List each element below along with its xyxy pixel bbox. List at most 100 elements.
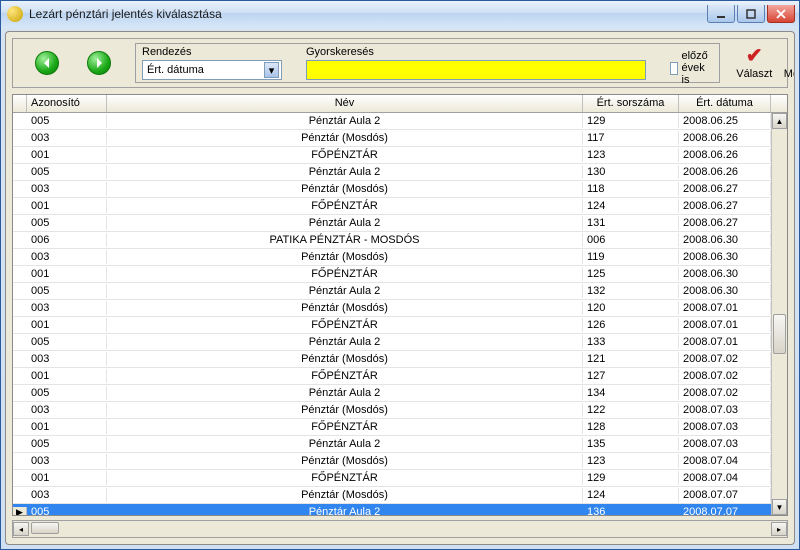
cell-date: 2008.06.26: [679, 165, 771, 179]
cell-sorszam: 133: [583, 335, 679, 349]
minimize-button[interactable]: [707, 5, 735, 23]
grid-body[interactable]: 005Pénztár Aula 21292008.06.25003Pénztár…: [13, 113, 787, 515]
table-row[interactable]: 005Pénztár Aula 21322008.06.30: [13, 283, 787, 300]
vertical-scrollbar[interactable]: ▲ ▼: [771, 113, 787, 515]
scroll-down-button[interactable]: ▼: [772, 499, 787, 515]
column-sorszam[interactable]: Ért. sorszáma: [583, 95, 679, 112]
cell-date: 2008.07.02: [679, 352, 771, 366]
search-label: Gyorskeresés: [306, 46, 646, 58]
table-row[interactable]: 005Pénztár Aula 21312008.06.27: [13, 215, 787, 232]
cell-name: Pénztár (Mosdós): [107, 488, 583, 502]
table-row[interactable]: 003Pénztár (Mosdós)1242008.07.07: [13, 487, 787, 504]
table-row[interactable]: 003Pénztár (Mosdós)1202008.07.01: [13, 300, 787, 317]
table-row[interactable]: 005Pénztár Aula 21292008.06.25: [13, 113, 787, 130]
cell-sorszam: 135: [583, 437, 679, 451]
sort-select[interactable]: Ért. dátuma ▾: [142, 60, 282, 80]
scroll-up-button[interactable]: ▲: [772, 113, 787, 129]
table-row[interactable]: 003Pénztár (Mosdós)1192008.06.30: [13, 249, 787, 266]
horizontal-scrollbar[interactable]: ◂ ▸: [12, 520, 788, 538]
table-row[interactable]: 005Pénztár Aula 21342008.07.02: [13, 385, 787, 402]
table-row[interactable]: 003Pénztár (Mosdós)1232008.07.04: [13, 453, 787, 470]
scroll-track[interactable]: [772, 129, 787, 499]
table-row[interactable]: 006PATIKA PÉNZTÁR - MOSDÓS0062008.06.30: [13, 232, 787, 249]
maximize-button[interactable]: [737, 5, 765, 23]
cell-sorszam: 123: [583, 148, 679, 162]
cell-sorszam: 129: [583, 471, 679, 485]
cell-id: 001: [27, 199, 107, 213]
cell-sorszam: 130: [583, 165, 679, 179]
cell-id: 003: [27, 301, 107, 315]
cell-sorszam: 120: [583, 301, 679, 315]
table-row[interactable]: ▶005Pénztár Aula 21362008.07.07: [13, 504, 787, 515]
table-row[interactable]: 001FŐPÉNZTÁR1292008.07.04: [13, 470, 787, 487]
scroll-left-button[interactable]: ◂: [13, 522, 29, 536]
titlebar[interactable]: Lezárt pénztári jelentés kiválasztása: [1, 1, 799, 27]
prev-years-checkbox[interactable]: [670, 62, 678, 75]
cell-sorszam: 124: [583, 488, 679, 502]
cell-sorszam: 006: [583, 233, 679, 247]
table-row[interactable]: 001FŐPÉNZTÁR1232008.06.26: [13, 147, 787, 164]
cell-name: Pénztár Aula 2: [107, 284, 583, 298]
table-row[interactable]: 001FŐPÉNZTÁR1272008.07.02: [13, 368, 787, 385]
table-row[interactable]: 001FŐPÉNZTÁR1242008.06.27: [13, 198, 787, 215]
cell-name: FŐPÉNZTÁR: [107, 420, 583, 434]
cell-sorszam: 131: [583, 216, 679, 230]
cell-id: 005: [27, 437, 107, 451]
chevron-down-icon: ▾: [264, 62, 279, 78]
cell-name: Pénztár (Mosdós): [107, 301, 583, 315]
search-input[interactable]: [306, 60, 646, 80]
cell-sorszam: 123: [583, 454, 679, 468]
cell-name: Pénztár (Mosdós): [107, 352, 583, 366]
table-row[interactable]: 005Pénztár Aula 21332008.07.01: [13, 334, 787, 351]
forward-button[interactable]: [87, 51, 111, 75]
table-row[interactable]: 003Pénztár (Mosdós)1182008.06.27: [13, 181, 787, 198]
column-date[interactable]: Ért. dátuma: [679, 95, 771, 112]
cell-date: 2008.06.30: [679, 250, 771, 264]
column-id[interactable]: Azonosító: [27, 95, 107, 112]
cell-sorszam: 126: [583, 318, 679, 332]
sort-value: Ért. dátuma: [147, 64, 204, 76]
window-title: Lezárt pénztári jelentés kiválasztása: [29, 7, 707, 21]
cell-date: 2008.06.25: [679, 114, 771, 128]
table-row[interactable]: 003Pénztár (Mosdós)1222008.07.03: [13, 402, 787, 419]
table-row[interactable]: 003Pénztár (Mosdós)1172008.06.26: [13, 130, 787, 147]
cell-sorszam: 121: [583, 352, 679, 366]
cell-name: Pénztár (Mosdós): [107, 454, 583, 468]
table-row[interactable]: 003Pénztár (Mosdós)1212008.07.02: [13, 351, 787, 368]
table-row[interactable]: 001FŐPÉNZTÁR1262008.07.01: [13, 317, 787, 334]
cell-sorszam: 119: [583, 250, 679, 264]
cell-name: Pénztár Aula 2: [107, 335, 583, 349]
cell-id: 003: [27, 182, 107, 196]
cell-date: 2008.06.27: [679, 199, 771, 213]
column-name[interactable]: Név: [107, 95, 583, 112]
prev-years-label: előző évek is: [682, 50, 714, 86]
cell-id: 003: [27, 403, 107, 417]
table-row[interactable]: 005Pénztár Aula 21302008.06.26: [13, 164, 787, 181]
h-scroll-thumb[interactable]: [31, 522, 59, 534]
cell-id: 001: [27, 471, 107, 485]
choose-button[interactable]: ✔ Választ: [734, 46, 774, 80]
client-area: Rendezés Ért. dátuma ▾ Gyorskeresés előz…: [5, 31, 795, 545]
cell-name: Pénztár Aula 2: [107, 437, 583, 451]
cell-name: FŐPÉNZTÁR: [107, 318, 583, 332]
cell-date: 2008.07.07: [679, 488, 771, 502]
cell-id: 005: [27, 335, 107, 349]
scroll-thumb[interactable]: [773, 314, 786, 354]
cancel-label: Mégse: [784, 68, 795, 80]
cell-sorszam: 122: [583, 403, 679, 417]
table-row[interactable]: 005Pénztár Aula 21352008.07.03: [13, 436, 787, 453]
table-row[interactable]: 001FŐPÉNZTÁR1282008.07.03: [13, 419, 787, 436]
x-icon: ✘: [792, 46, 795, 66]
back-button[interactable]: [35, 51, 59, 75]
filter-panel: Rendezés Ért. dátuma ▾ Gyorskeresés előz…: [135, 43, 720, 83]
cancel-button[interactable]: ✘ Mégse: [780, 46, 795, 80]
scroll-right-button[interactable]: ▸: [771, 522, 787, 536]
grid-header: Azonosító Név Ért. sorszáma Ért. dátuma: [13, 95, 787, 113]
h-scroll-track[interactable]: [29, 522, 771, 536]
cell-id: 003: [27, 352, 107, 366]
cell-name: Pénztár (Mosdós): [107, 182, 583, 196]
cell-sorszam: 134: [583, 386, 679, 400]
close-button[interactable]: [767, 5, 795, 23]
table-row[interactable]: 001FŐPÉNZTÁR1252008.06.30: [13, 266, 787, 283]
cell-id: 005: [27, 114, 107, 128]
